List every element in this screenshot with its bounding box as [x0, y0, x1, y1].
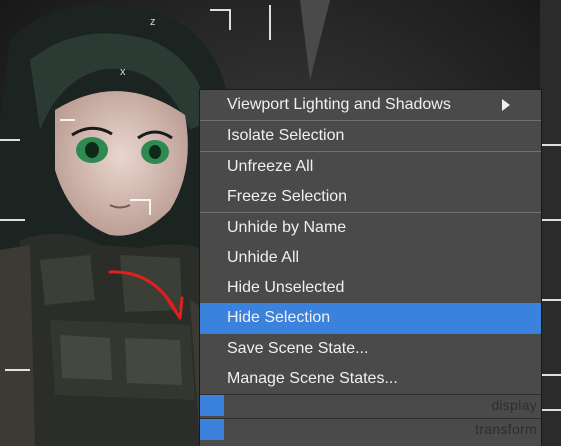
- quadrant-color-swatch: [200, 395, 224, 416]
- menu-item-label: Unfreeze All: [227, 158, 314, 175]
- menu-item-manage-scene-states[interactable]: Manage Scene States...: [200, 364, 541, 394]
- menu-item-label: Hide Unselected: [227, 279, 345, 296]
- menu-item-freeze-selection[interactable]: Freeze Selection: [200, 182, 541, 212]
- submenu-arrow-icon: [502, 99, 510, 111]
- menu-item-label: Unhide by Name: [227, 219, 347, 236]
- menu-item-label: Viewport Lighting and Shadows: [227, 96, 451, 113]
- menu-item-save-scene-state[interactable]: Save Scene State...: [200, 334, 541, 364]
- menu-item-label: Freeze Selection: [227, 188, 348, 205]
- menu-item-isolate-selection[interactable]: Isolate Selection: [200, 121, 541, 151]
- menu-item-label: Isolate Selection: [227, 127, 345, 144]
- quad-menu: Viewport Lighting and Shadows Isolate Se…: [200, 90, 541, 446]
- menu-item-unhide-all[interactable]: Unhide All: [200, 243, 541, 273]
- menu-item-hide-selection[interactable]: Hide Selection: [200, 303, 541, 333]
- menu-item-label: Save Scene State...: [227, 340, 369, 357]
- menu-item-hide-unselected[interactable]: Hide Unselected: [200, 273, 541, 303]
- quadrant-label: display: [491, 397, 537, 413]
- svg-text:z: z: [150, 16, 156, 28]
- menu-item-unhide-by-name[interactable]: Unhide by Name: [200, 213, 541, 243]
- svg-text:x: x: [120, 66, 126, 78]
- quadrant-tab-transform[interactable]: transform: [200, 418, 541, 440]
- quadrant-color-swatch: [200, 419, 224, 440]
- menu-item-label: Hide Selection: [227, 309, 331, 326]
- quadrant-tab-display[interactable]: display: [200, 394, 541, 416]
- quadrant-label: transform: [475, 421, 537, 437]
- menu-item-unfreeze-all[interactable]: Unfreeze All: [200, 152, 541, 182]
- menu-item-label: Unhide All: [227, 249, 300, 266]
- menu-item-viewport-lighting-and-shadows[interactable]: Viewport Lighting and Shadows: [200, 90, 541, 120]
- menu-item-label: Manage Scene States...: [227, 370, 398, 387]
